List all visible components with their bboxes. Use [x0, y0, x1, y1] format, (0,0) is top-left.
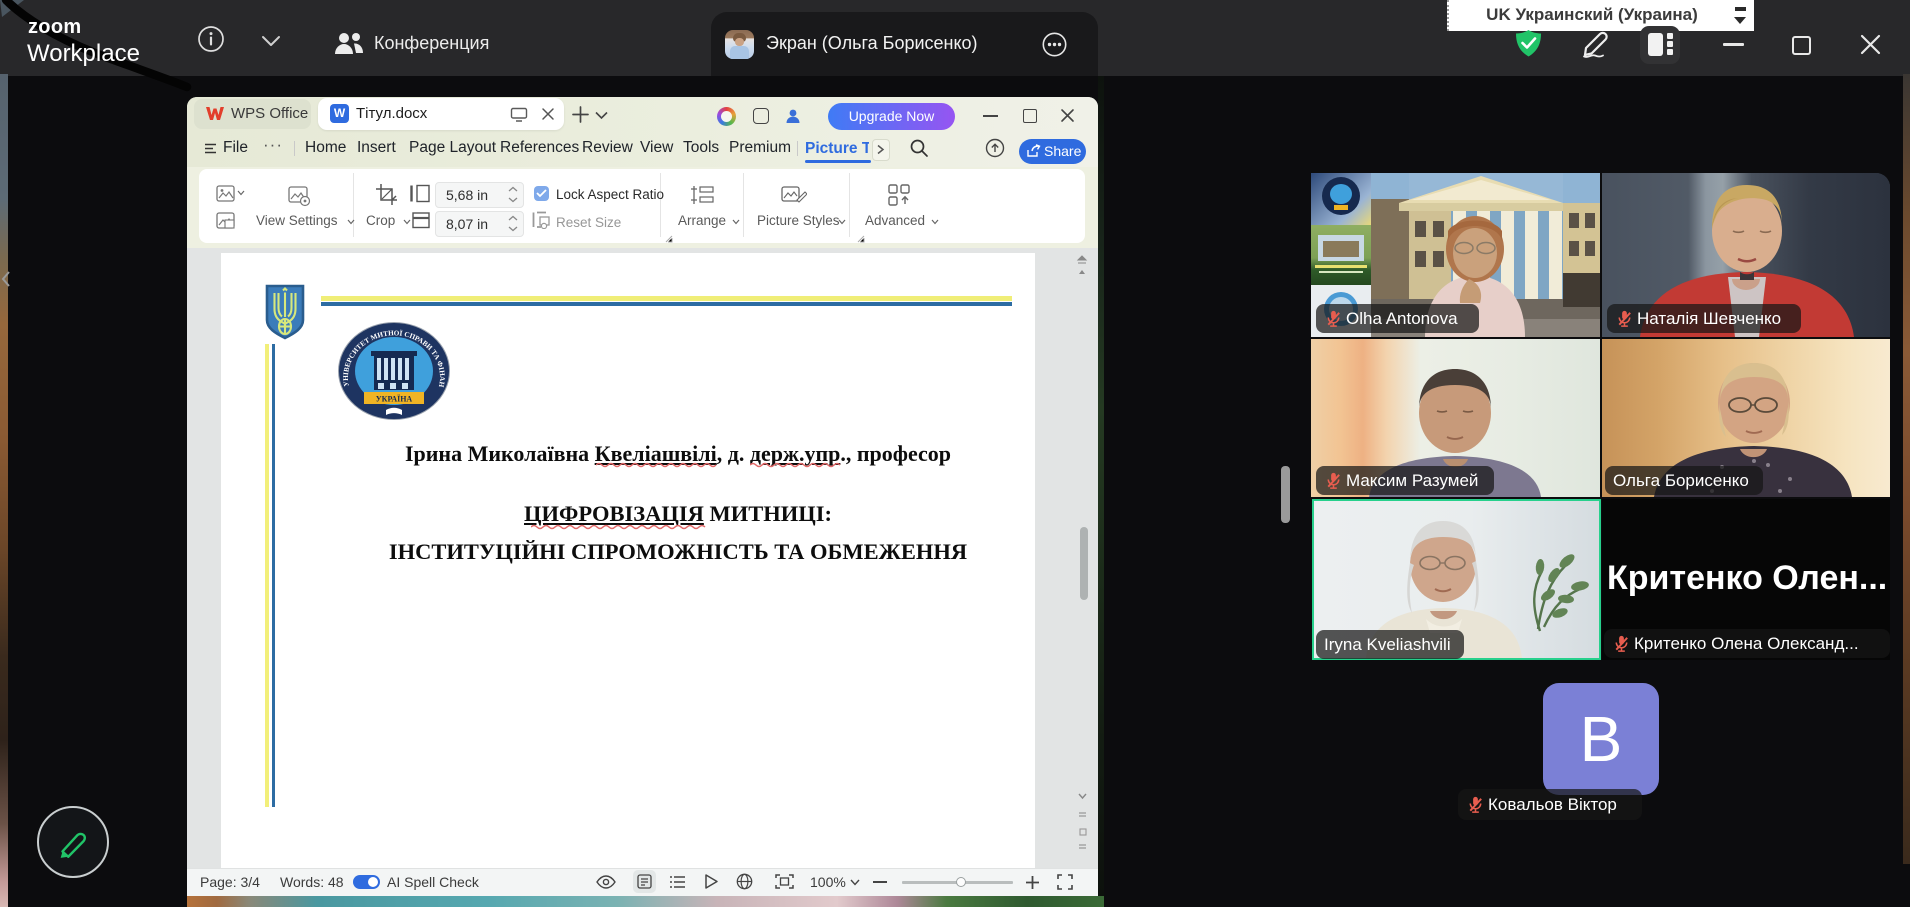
svg-text:УКРАЇНА: УКРАЇНА: [376, 395, 413, 404]
